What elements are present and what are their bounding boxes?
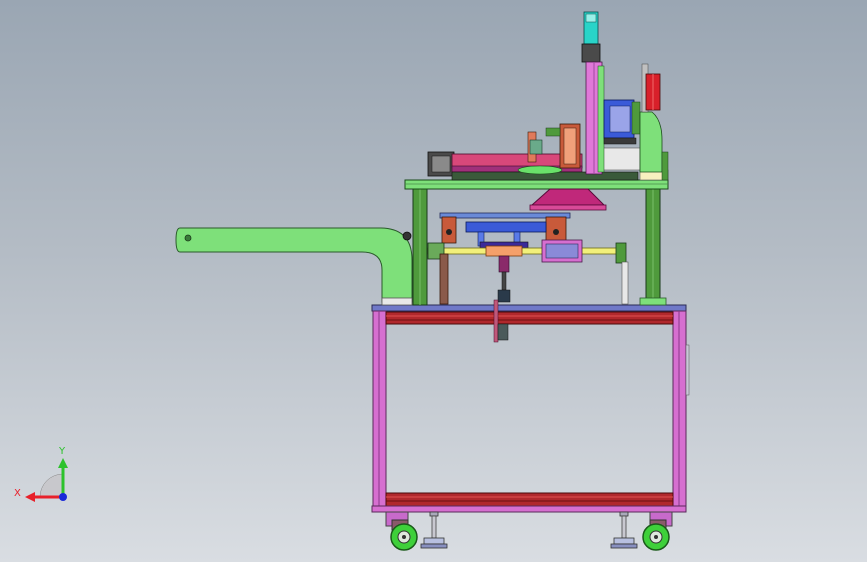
base-top-plate	[371, 304, 687, 312]
leveling-foot-left	[420, 511, 448, 549]
triad-y-label: Y	[58, 446, 66, 457]
triad-x-arrow	[25, 492, 35, 502]
side-arm-bracket	[175, 227, 413, 306]
triad-x-label: X	[14, 488, 21, 499]
triad-xy-plane	[39, 473, 64, 498]
cad-viewport[interactable]: Y X	[0, 0, 867, 562]
upper-table-plate	[404, 179, 669, 190]
caster-left	[385, 511, 418, 551]
caster-right	[642, 511, 673, 551]
guide-rail	[427, 247, 625, 255]
base-bottom-plate	[371, 505, 687, 513]
vertical-axis	[581, 11, 605, 175]
triad-z-axis	[59, 493, 67, 501]
base-frame	[371, 304, 690, 513]
dust-hood	[530, 188, 606, 206]
orientation-triad[interactable]: Y X	[14, 446, 68, 502]
side-panel	[685, 344, 690, 396]
base-upper-crossbar	[385, 311, 674, 325]
leveling-foot-right	[610, 511, 638, 549]
triad-y-arrow	[58, 458, 68, 468]
base-lower-crossbar	[385, 492, 674, 507]
